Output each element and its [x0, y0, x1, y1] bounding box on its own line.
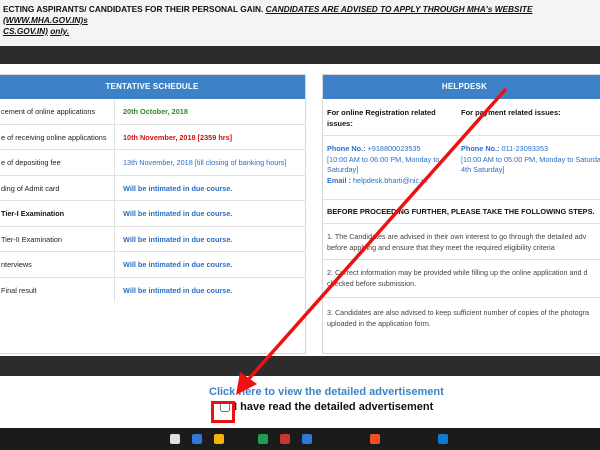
- top-dark-bar: [0, 46, 600, 64]
- payment-phone: 011-23093353: [501, 144, 549, 153]
- schedule-row-value: Will be intimated in due course.: [123, 260, 233, 269]
- schedule-row: ding of Admit card Will be intimated in …: [0, 175, 305, 201]
- schedule-row-label: cement of online applications: [1, 107, 96, 116]
- taskbar-app-icon[interactable]: [280, 434, 290, 444]
- schedule-row: Tier-II Examination Will be intimated in…: [0, 226, 305, 252]
- schedule-row-label: ding of Admit card: [1, 183, 60, 193]
- schedule-row-label: nterviews: [1, 260, 32, 269]
- schedule-row-label: e of depositing fee: [1, 158, 61, 167]
- notice-emphasis-tail: s: [83, 15, 88, 25]
- view-advertisement-link[interactable]: Click here to view the detailed advertis…: [209, 386, 444, 398]
- helpdesk-title: HELPDESK: [323, 75, 600, 99]
- schedule-row-label: e of receiving online applications: [1, 132, 107, 142]
- bottom-dark-bar: [0, 356, 600, 376]
- step-item: 2. Correct information may be provided w…: [327, 268, 588, 288]
- schedule-row-label: Final result: [1, 285, 37, 295]
- notice-tail: only.: [50, 26, 70, 36]
- schedule-row-value: 13th November, 2018 [till closing of ban…: [123, 158, 287, 167]
- payment-contact: Phone No.: 011-23093353 [10:00 AM to 05:…: [461, 144, 600, 174]
- schedule-row-label: Tier-I Examination: [1, 209, 65, 218]
- taskbar-app-icon[interactable]: [192, 434, 202, 444]
- schedule-row-value: Will be intimated in due course.: [123, 285, 233, 295]
- schedule-row-value: Will be intimated in due course.: [123, 234, 233, 244]
- email-link[interactable]: helpdesk.bharti@nic.in: [353, 176, 427, 185]
- checkbox-label: I have read the detailed advertisement: [234, 401, 434, 413]
- schedule-panel: TENTATIVE SCHEDULE cement of online appl…: [0, 74, 306, 354]
- step-item: 3. Candidates are also advised to keep s…: [327, 308, 589, 328]
- schedule-row-label: Tier-II Examination: [1, 234, 62, 244]
- payment-label: For payment related issues:: [461, 108, 561, 117]
- schedule-title: TENTATIVE SCHEDULE: [0, 75, 305, 99]
- schedule-row: Final result Will be intimated in due co…: [0, 277, 305, 302]
- taskbar-app-icon[interactable]: [302, 434, 312, 444]
- online-registration-label: For online Registration related issues:: [327, 108, 436, 128]
- schedule-row: cement of online applications 20th Octob…: [0, 99, 305, 125]
- steps-title: BEFORE PROCEEDING FURTHER, PLEASE TAKE T…: [327, 207, 595, 216]
- notice-emphasis-2: CS.GOV.IN): [3, 26, 48, 36]
- taskbar-app-icon[interactable]: [170, 434, 180, 444]
- schedule-row-value: Will be intimated in due course.: [123, 183, 233, 193]
- taskbar-app-icon[interactable]: [214, 434, 224, 444]
- step-item: 1. The Candidates are advised in their o…: [327, 232, 587, 252]
- online-contact: Phone No.: +918800023535 [10:00 AM to 06…: [327, 144, 440, 185]
- schedule-row: e of depositing fee 13th November, 2018 …: [0, 150, 305, 176]
- schedule-row-value: 20th October, 2018: [123, 107, 188, 116]
- schedule-row: Tier-I Examination Will be intimated in …: [0, 201, 305, 227]
- helpdesk-panel: HELPDESK For online Registration related…: [322, 74, 600, 354]
- notice-text: ECTING ASPIRANTS/ CANDIDATES FOR THEIR P…: [3, 4, 264, 14]
- schedule-row: e of receiving online applications 10th …: [0, 124, 305, 150]
- online-phone: +918800023535: [367, 144, 421, 153]
- taskbar-app-icon[interactable]: [258, 434, 268, 444]
- taskbar-app-icon[interactable]: [438, 434, 448, 444]
- notice-banner: ECTING ASPIRANTS/ CANDIDATES FOR THEIR P…: [0, 0, 600, 46]
- schedule-row: nterviews Will be intimated in due cours…: [0, 252, 305, 278]
- schedule-row-value: Will be intimated in due course.: [123, 209, 233, 218]
- schedule-row-value: 10th November, 2018 [2359 hrs]: [123, 132, 233, 142]
- taskbar: [0, 428, 600, 450]
- highlight-box: [211, 401, 235, 423]
- taskbar-app-icon[interactable]: [370, 434, 380, 444]
